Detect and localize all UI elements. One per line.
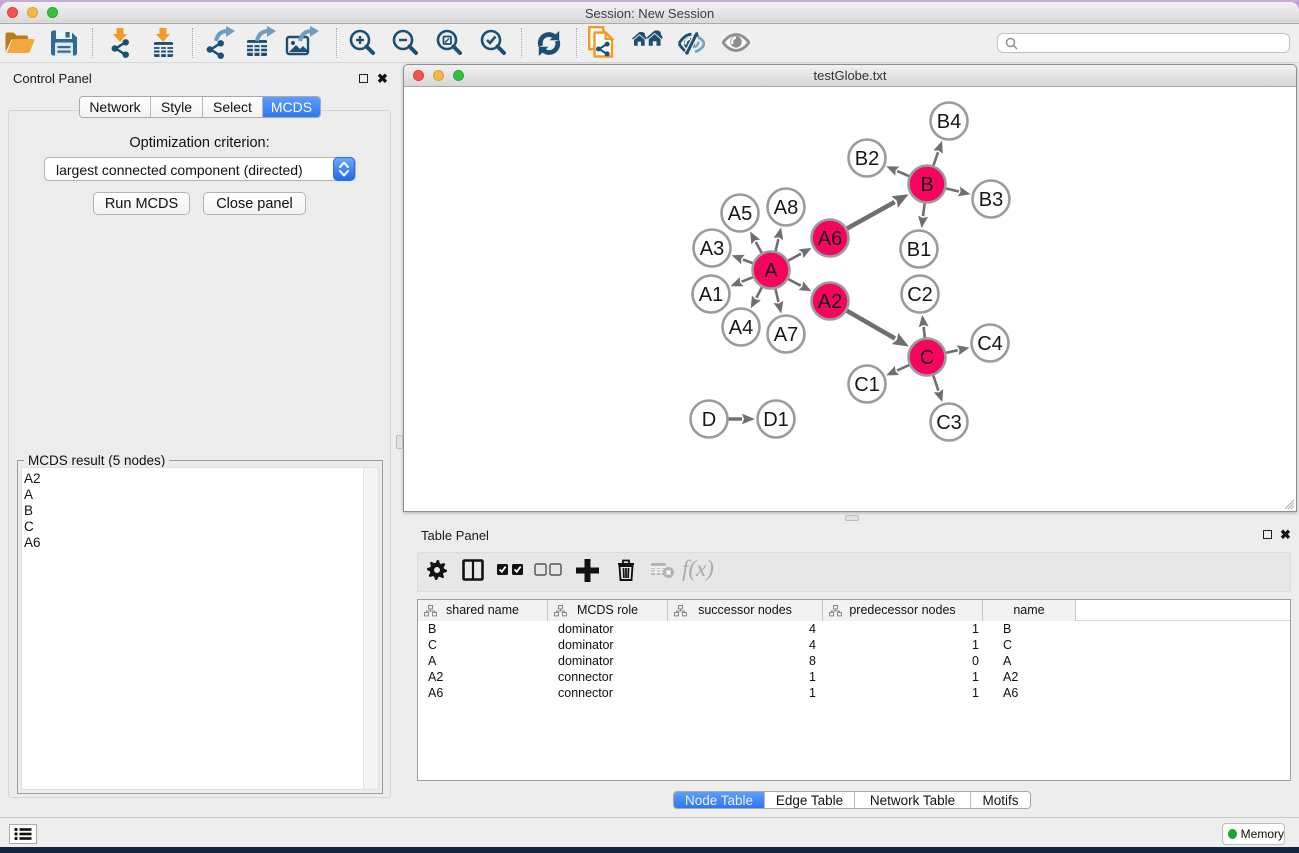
svg-text:A4: A4	[729, 317, 753, 339]
svg-text:A3: A3	[700, 238, 724, 260]
svg-text:C4: C4	[977, 333, 1003, 355]
svg-text:A5: A5	[728, 203, 752, 225]
svg-text:D: D	[702, 409, 716, 431]
svg-text:A7: A7	[774, 324, 798, 346]
svg-text:C1: C1	[854, 374, 880, 396]
svg-text:A8: A8	[774, 197, 798, 219]
svg-text:B2: B2	[855, 148, 879, 170]
svg-text:A: A	[764, 260, 778, 282]
svg-text:C2: C2	[907, 284, 933, 306]
svg-text:D1: D1	[763, 409, 789, 431]
svg-text:f(x): f(x)	[682, 557, 714, 581]
svg-text:B: B	[920, 174, 933, 196]
svg-text:C: C	[920, 347, 934, 369]
svg-text:A6: A6	[818, 228, 842, 250]
svg-text:C3: C3	[936, 412, 962, 434]
svg-text:B4: B4	[937, 111, 961, 133]
svg-text:A2: A2	[818, 291, 842, 313]
svg-text:B1: B1	[907, 239, 931, 261]
svg-text:A1: A1	[699, 284, 723, 306]
svg-text:B3: B3	[979, 189, 1003, 211]
